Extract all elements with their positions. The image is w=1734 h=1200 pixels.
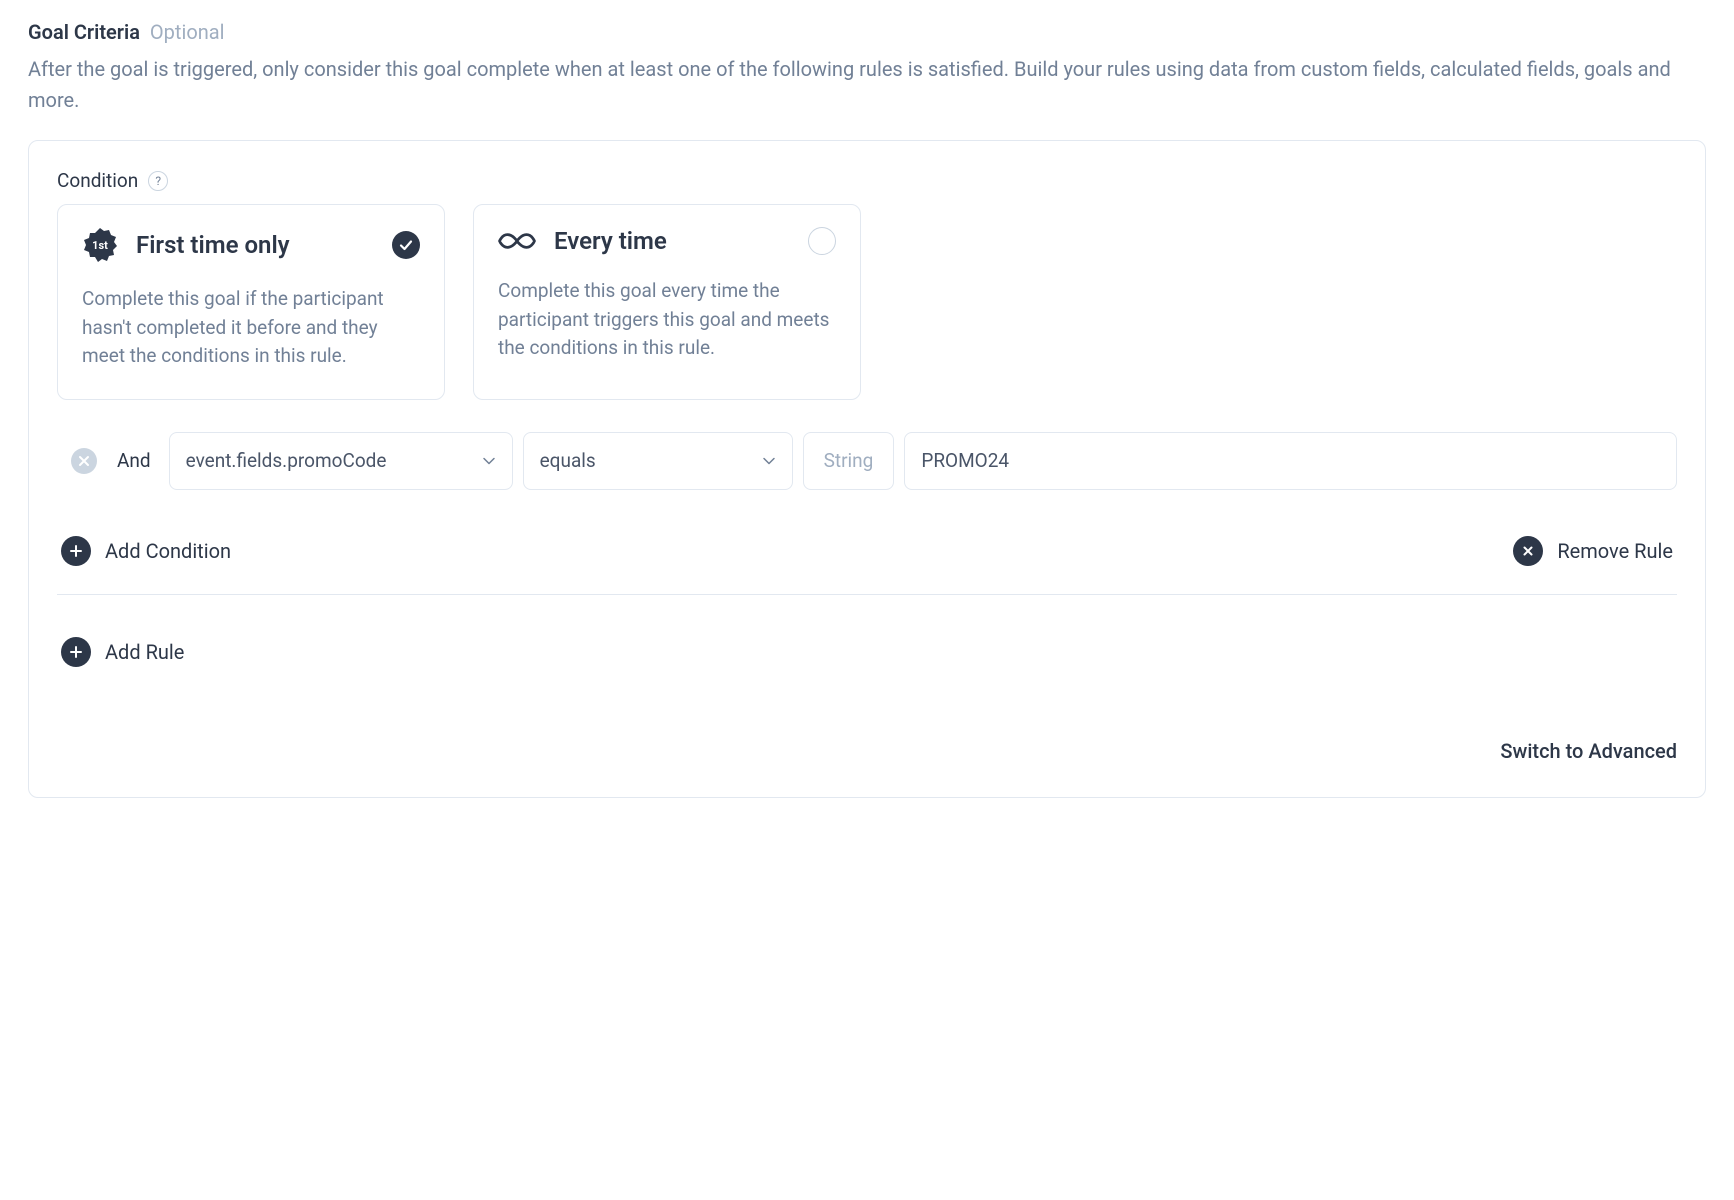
condition-label: Condition (57, 169, 138, 192)
chevron-down-icon (482, 454, 496, 468)
remove-rule-label: Remove Rule (1557, 539, 1673, 563)
option-description: Complete this goal every time the partic… (498, 277, 836, 363)
comparator-select-value: equals (540, 449, 596, 472)
add-rule-button[interactable]: Add Rule (61, 637, 1677, 667)
option-title: First time only (136, 231, 374, 259)
option-title: Every time (554, 227, 790, 255)
option-description: Complete this goal if the participant ha… (82, 285, 420, 371)
field-select[interactable]: event.fields.promoCode (169, 432, 513, 490)
radio-selected-icon (392, 231, 420, 259)
condition-option-every-time[interactable]: Every time Complete this goal every time… (473, 204, 861, 400)
add-condition-label: Add Condition (105, 539, 231, 563)
add-condition-button[interactable]: Add Condition (61, 536, 231, 566)
remove-rule-button[interactable]: Remove Rule (1513, 536, 1673, 566)
switch-to-advanced-link[interactable]: Switch to Advanced (1500, 739, 1677, 763)
header-title: Goal Criteria (28, 20, 140, 44)
comparator-select[interactable]: equals (523, 432, 793, 490)
infinity-icon (498, 228, 536, 254)
chevron-down-icon (762, 454, 776, 468)
goal-criteria-header: Goal Criteria Optional After the goal is… (28, 20, 1706, 116)
condition-option-first-time[interactable]: 1st First time only Complete this goal i… (57, 204, 445, 400)
condition-options: 1st First time only Complete this goal i… (57, 204, 1677, 400)
badge-1st-icon: 1st (82, 227, 118, 263)
plus-icon (61, 536, 91, 566)
header-description: After the goal is triggered, only consid… (28, 54, 1706, 116)
add-rule-label: Add Rule (105, 640, 184, 664)
rule-actions-row: Add Condition Remove Rule (57, 536, 1677, 594)
divider (57, 594, 1677, 595)
plus-icon (61, 637, 91, 667)
help-icon[interactable]: ? (148, 171, 168, 191)
join-operator-label: And (117, 449, 151, 472)
header-optional-label: Optional (150, 20, 225, 44)
radio-unselected-icon (808, 227, 836, 255)
field-select-value: event.fields.promoCode (186, 449, 387, 472)
rule-condition-row: And event.fields.promoCode equals String (57, 432, 1677, 490)
close-icon (1513, 536, 1543, 566)
type-indicator: String (803, 432, 895, 490)
remove-condition-button[interactable] (71, 448, 97, 474)
condition-label-row: Condition ? (57, 169, 1677, 192)
value-input[interactable] (904, 432, 1677, 490)
close-icon (78, 455, 90, 467)
rules-panel: Condition ? 1st First time only Complete… (28, 140, 1706, 798)
type-label: String (824, 449, 874, 472)
svg-text:1st: 1st (92, 239, 108, 252)
